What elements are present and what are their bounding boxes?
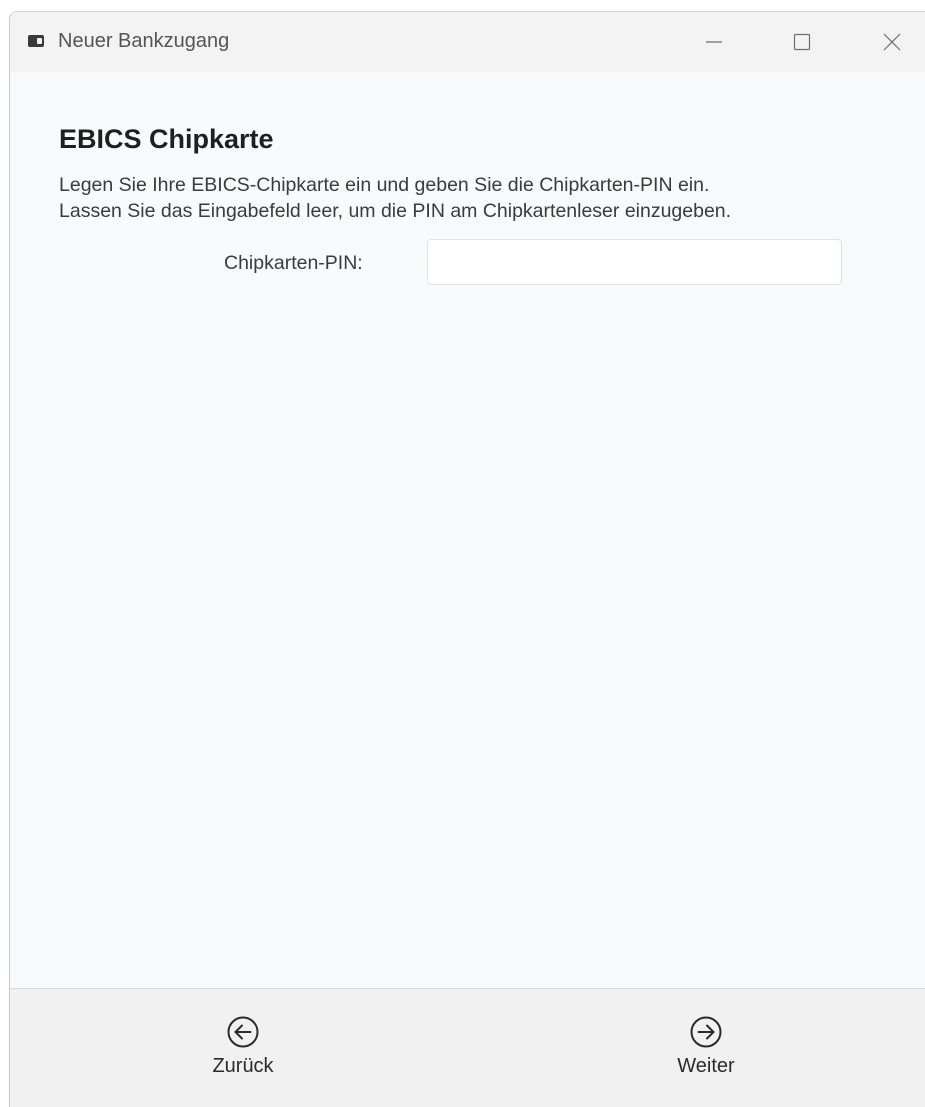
card-reader-icon — [28, 35, 44, 47]
close-icon — [883, 33, 901, 51]
next-label: Weiter — [677, 1055, 735, 1077]
maximize-icon — [793, 33, 811, 51]
title-bar[interactable]: Neuer Bankzugang — [10, 12, 925, 72]
maximize-button[interactable] — [772, 12, 832, 72]
next-button[interactable]: Weiter — [646, 1015, 766, 1095]
back-label: Zurück — [212, 1055, 274, 1077]
wizard-footer: Zurück Weiter — [10, 988, 925, 1107]
page-title: EBICS Chipkarte — [59, 124, 274, 154]
minimize-button[interactable] — [684, 12, 744, 72]
pin-input[interactable] — [427, 239, 842, 285]
back-button[interactable]: Zurück — [183, 1015, 303, 1095]
minimize-icon — [706, 41, 722, 43]
instructions-text: Legen Sie Ihre EBICS-Chipkarte ein und g… — [59, 172, 731, 224]
arrow-right-circle-icon — [690, 1016, 722, 1048]
instructions-line-1: Legen Sie Ihre EBICS-Chipkarte ein und g… — [59, 174, 710, 196]
window-title: Neuer Bankzugang — [58, 30, 230, 52]
page-content: EBICS Chipkarte Legen Sie Ihre EBICS-Chi… — [10, 72, 925, 988]
instructions-line-2: Lassen Sie das Eingabefeld leer, um die … — [59, 200, 732, 222]
arrow-left-circle-icon — [227, 1016, 259, 1048]
close-button[interactable] — [862, 12, 922, 72]
dialog-window: Neuer Bankzugang EBICS Chipkarte Legen S… — [9, 11, 925, 1107]
pin-label: Chipkarten-PIN: — [224, 252, 363, 274]
